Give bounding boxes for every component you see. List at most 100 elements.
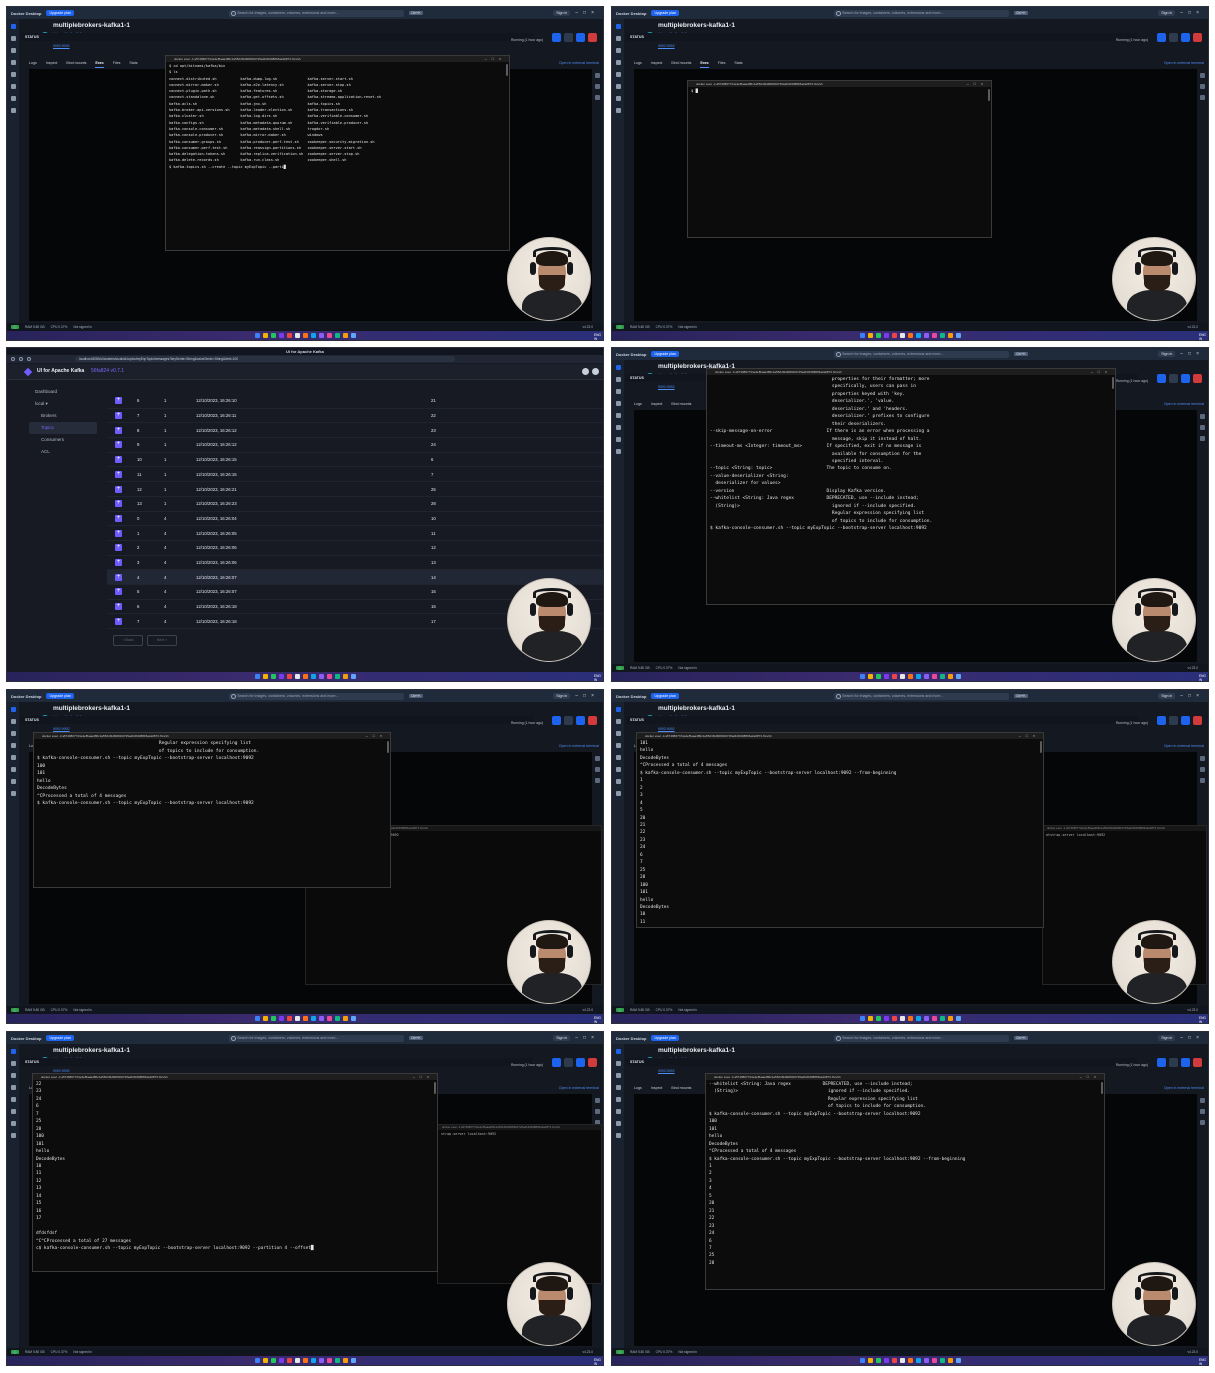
global-search-input[interactable]: Search for images, containers, volumes, … [229,1034,405,1042]
restart-button[interactable] [1181,716,1190,725]
taskbar-settings-icon[interactable] [955,1358,961,1363]
taskbar-terminal-icon[interactable] [302,1358,308,1363]
sign-in-button[interactable]: Sign in [553,1035,571,1041]
taskbar-edge-icon[interactable] [923,1016,929,1021]
terminal-scrollbar[interactable] [1101,1082,1103,1094]
github-icon[interactable] [582,368,589,375]
global-search-input[interactable]: Search for images, containers, volumes, … [834,350,1010,358]
copy-icon[interactable] [1200,84,1205,89]
volumes-icon[interactable] [10,1073,16,1078]
sidebar-item-consumers[interactable]: Consumers [29,434,97,446]
taskbar-vscode-icon[interactable] [278,674,284,679]
taskbar-file-explorer-icon[interactable] [286,1358,292,1363]
stop-button[interactable] [552,716,561,725]
delete-button[interactable] [1193,374,1202,383]
stop-button[interactable] [552,1058,561,1067]
taskbar-start-icon[interactable] [254,674,260,679]
pause-button[interactable] [564,33,573,42]
stop-button[interactable] [1157,716,1166,725]
learning-icon[interactable] [615,767,621,772]
taskbar-docker-icon[interactable] [915,674,921,679]
taskbar-terminal-icon[interactable] [302,674,308,679]
restart-button[interactable] [576,1058,585,1067]
tab-inspect[interactable]: Inspect [651,61,663,68]
message-row[interactable]: +8 1 12/10/2023, 16:26:12 23 [107,423,603,439]
message-row[interactable]: +9 1 12/10/2023, 16:26:12 24 [107,438,603,453]
terminal-window-controls[interactable]: –□× [413,1074,434,1080]
taskbar-chrome-icon[interactable] [875,1016,881,1021]
taskbar-notepad-icon[interactable] [294,1016,300,1021]
add-extension-icon[interactable] [10,108,16,113]
terminal-titlebar[interactable]: docker exec -it a5749807724e4ef5aaa486c1… [707,369,1115,375]
search-icon[interactable] [1200,73,1205,78]
tab-logs[interactable]: Logs [634,402,642,409]
images-icon[interactable] [10,719,16,724]
terminal-window[interactable]: docker exec -it a5749807724e4ef5aaa486c1… [165,55,510,251]
terminal-scrollbar[interactable] [1112,377,1114,389]
taskbar-chrome-icon[interactable] [875,333,881,338]
builds-icon[interactable] [10,60,16,65]
volumes-icon[interactable] [10,731,16,736]
extensions-icon[interactable] [10,96,16,101]
tab-logs[interactable]: Logs [634,1086,642,1093]
window-controls[interactable]: –□× [1180,351,1204,357]
taskbar-notepad-icon[interactable] [294,1358,300,1363]
global-search-input[interactable]: Search for images, containers, volumes, … [229,692,405,700]
expand-icon[interactable]: + [115,573,122,581]
clear-icon[interactable] [1200,95,1205,100]
discord-icon[interactable] [592,368,599,375]
taskbar-settings-icon[interactable] [350,1016,356,1021]
learning-icon[interactable] [10,84,16,89]
tab-files[interactable]: Files [718,61,726,68]
terminal-window-controls[interactable]: –□× [366,733,387,739]
sign-in-button[interactable]: Sign in [1158,351,1176,357]
containers-icon[interactable] [615,1049,621,1054]
stop-button[interactable] [1157,374,1166,383]
taskbar-edge-icon[interactable] [923,333,929,338]
port-link[interactable]: 9092:9092 [53,44,70,48]
message-row[interactable]: +1 4 12/10/2023, 16:26:05 11 [107,526,603,541]
sidebar-item-dashboard[interactable]: Dashboard [29,386,97,398]
taskbar-file-explorer-icon[interactable] [891,1016,897,1021]
taskbar-start-icon[interactable] [254,333,260,338]
clear-icon[interactable] [595,95,600,100]
tab-logs[interactable]: Logs [634,61,642,68]
restart-button[interactable] [576,716,585,725]
taskbar-start-icon[interactable] [859,674,865,679]
sign-in-button[interactable]: Sign in [1158,1035,1176,1041]
builds-icon[interactable] [615,60,621,65]
window-controls[interactable]: –□× [1180,10,1204,16]
message-row[interactable]: +7 1 12/10/2023, 16:26:11 22 [107,409,603,424]
images-icon[interactable] [615,1061,621,1066]
window-controls[interactable]: –□× [575,693,599,699]
tab-stats[interactable]: Stats [734,61,742,68]
containers-icon[interactable] [10,1049,16,1054]
taskbar-file-explorer-icon[interactable] [891,1358,897,1363]
upgrade-plan-button[interactable]: Upgrade plan [651,10,680,16]
search-icon[interactable] [595,756,600,761]
tab-files[interactable]: Files [113,61,121,68]
taskbar-settings-icon[interactable] [955,333,961,338]
taskbar-search-icon[interactable] [867,333,873,338]
message-row[interactable]: +13 1 12/10/2023, 16:26:23 28 [107,497,603,512]
taskbar-settings-icon[interactable] [955,1016,961,1021]
containers-icon[interactable] [10,707,16,712]
dev-env-icon[interactable] [615,755,621,760]
taskbar-edge-icon[interactable] [318,1358,324,1363]
upgrade-plan-button[interactable]: Upgrade plan [46,1035,75,1041]
taskbar-docker-icon[interactable] [310,333,316,338]
sidebar-item-brokers[interactable]: Brokers [29,410,97,422]
message-row[interactable]: +11 1 12/10/2023, 16:26:15 7 [107,468,603,483]
taskbar-vscode-icon[interactable] [278,333,284,338]
tab-exec[interactable]: Exec [95,61,104,68]
volumes-icon[interactable] [615,731,621,736]
taskbar-docker-icon[interactable] [915,1016,921,1021]
taskbar-spotify-icon[interactable] [342,674,348,679]
taskbar-docker-icon[interactable] [915,333,921,338]
taskbar-store-icon[interactable] [334,1358,340,1363]
builds-icon[interactable] [615,743,621,748]
search-icon[interactable] [1200,414,1205,419]
taskbar-docker-icon[interactable] [310,1358,316,1363]
taskbar-file-explorer-icon[interactable] [286,333,292,338]
copy-icon[interactable] [595,767,600,772]
